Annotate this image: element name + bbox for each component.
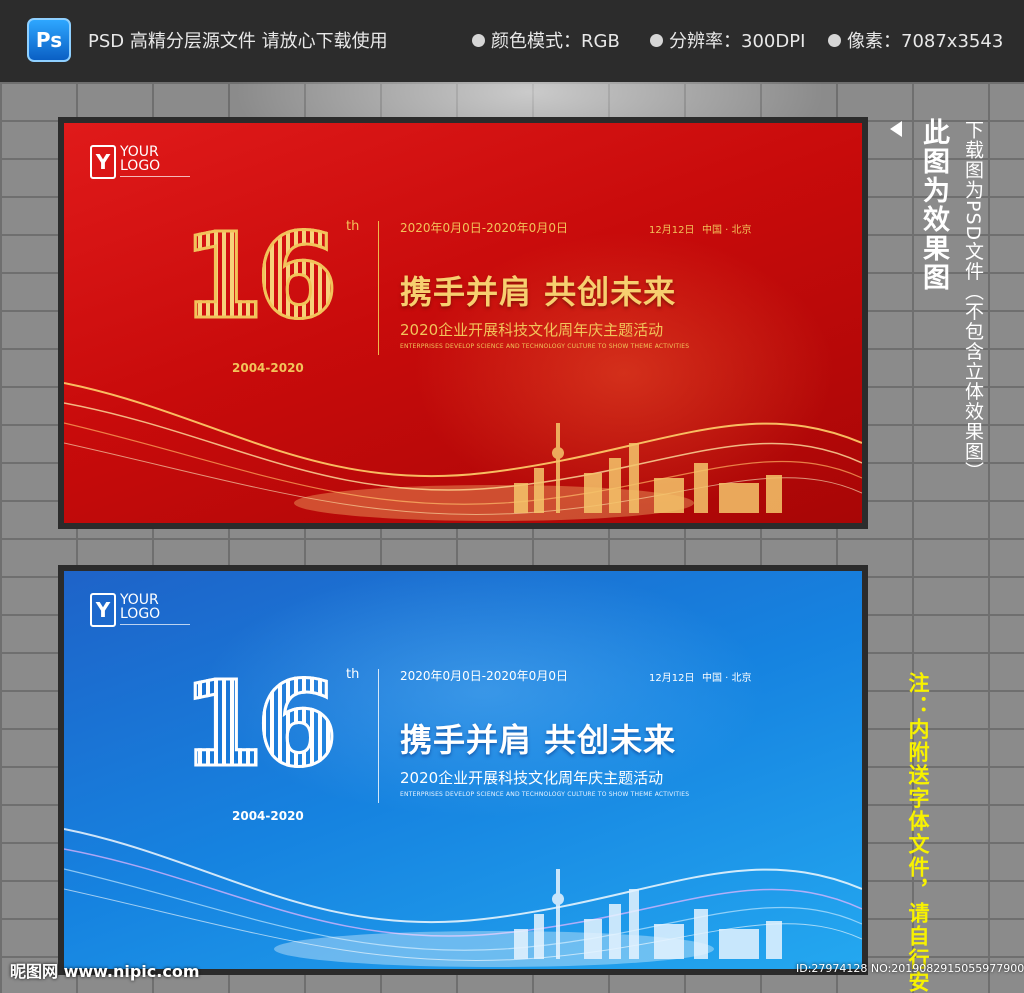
- event-place: 中国 · 北京: [702, 225, 752, 236]
- divider-line: [378, 669, 379, 803]
- english-subtitle: ENTERPRISES DEVELOP SCIENCE AND TECHNOLO…: [400, 791, 690, 798]
- divider-line: [378, 221, 379, 355]
- top-header-bar: Ps PSD 高精分层源文件 请放心下载使用 颜色模式：RGB 分辨率：300D…: [0, 0, 1024, 82]
- event-place: 中国 · 北京: [702, 673, 752, 684]
- spec-pixels: 像素：7087x3543: [828, 27, 1003, 53]
- arrow-left-icon: [890, 121, 902, 137]
- bullet-icon: [828, 33, 841, 47]
- logo-divider: [120, 176, 190, 177]
- psd-note: 下载图为PSD文件（不包含立体效果图）: [962, 120, 984, 482]
- event-subtitle: 2020企业开展科技文化周年庆主题活动: [400, 321, 664, 339]
- image-id: ID:27974128 NO:20190829150559779000: [796, 962, 1024, 975]
- ordinal-suffix: th: [346, 667, 360, 682]
- logo: Y YOUR LOGO: [90, 593, 190, 627]
- city-skyline: [514, 423, 782, 513]
- event-subtitle: 2020企业开展科技文化周年庆主题活动: [400, 769, 664, 787]
- header-title: PSD 高精分层源文件 请放心下载使用: [88, 31, 388, 52]
- city-skyline: [514, 869, 782, 959]
- logo-mark: Y: [90, 145, 116, 179]
- ordinal-suffix: th: [346, 219, 360, 234]
- bullet-icon: [650, 33, 663, 47]
- bullet-icon: [472, 33, 485, 47]
- effect-note: 此图为效果图: [918, 118, 949, 292]
- site-watermark: 昵图网 www.nipic.com: [10, 962, 200, 981]
- slogan: 携手并肩 共创未来: [400, 273, 677, 311]
- blue-banner-preview: Y YOUR LOGO 16 th 2004-2020 2020年0月0日-20…: [58, 565, 868, 975]
- event-dates: 2020年0月0日-2020年0月0日: [400, 221, 568, 235]
- english-subtitle: ENTERPRISES DEVELOP SCIENCE AND TECHNOLO…: [400, 343, 690, 350]
- logo-line2: LOGO: [120, 606, 161, 622]
- logo-line2: LOGO: [120, 158, 161, 174]
- anniversary-number: 16: [180, 655, 339, 793]
- font-note: 注：内附送字体文件，请自行安装: [906, 672, 930, 993]
- logo-mark: Y: [90, 593, 116, 627]
- event-day: 12月12日: [649, 673, 695, 684]
- anniversary-number: 16: [180, 207, 339, 345]
- spec-color-mode: 颜色模式：RGB: [472, 27, 620, 53]
- event-day: 12月12日: [649, 225, 695, 236]
- red-banner-preview: Y YOUR LOGO 16 th 2004-2020 2020年0月0日-20…: [58, 117, 868, 529]
- logo-line1: YOUR: [120, 144, 159, 160]
- photoshop-icon: Ps: [27, 18, 71, 62]
- spec-resolution: 分辨率：300DPI: [650, 27, 805, 53]
- event-dates: 2020年0月0日-2020年0月0日: [400, 669, 568, 683]
- logo-line1: YOUR: [120, 592, 159, 608]
- logo: Y YOUR LOGO: [90, 145, 190, 179]
- logo-divider: [120, 624, 190, 625]
- slogan: 携手并肩 共创未来: [400, 721, 677, 759]
